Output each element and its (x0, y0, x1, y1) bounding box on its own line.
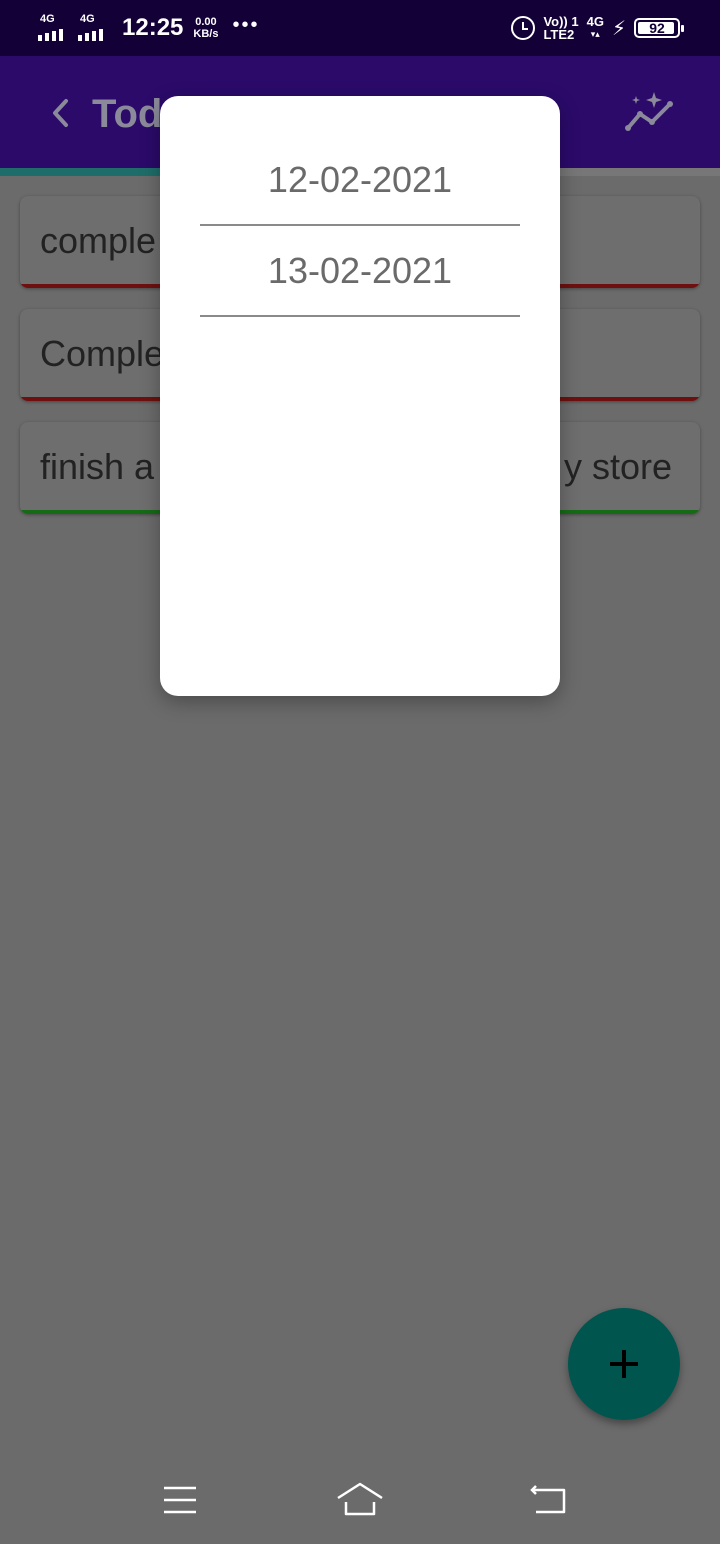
status-bar: 4G 4G 12:25 0.00 KB/s ••• Vo)) 1 LTE2 4G… (0, 0, 720, 56)
speed-unit: KB/s (193, 28, 219, 40)
more-notifications-icon: ••• (232, 13, 260, 36)
network-type-2: 4G (80, 13, 95, 25)
menu-icon[interactable] (156, 1480, 204, 1520)
network-type-1: 4G (40, 13, 55, 25)
speed-value: 0.00 (195, 16, 217, 28)
date-item[interactable]: 12-02-2021 (200, 136, 520, 226)
battery-level: 92 (649, 20, 665, 36)
back-arrow-icon[interactable] (48, 96, 74, 130)
task-title: finish a (40, 446, 155, 487)
network-speed: 0.00 KB/s (193, 16, 218, 40)
data-network-icon: 4G ▾▴ (586, 14, 604, 39)
back-icon[interactable] (526, 1480, 574, 1520)
alarm-icon (511, 16, 536, 40)
add-task-button[interactable] (568, 1308, 680, 1420)
date-list-dialog: 12-02-2021 13-02-2021 (160, 96, 560, 696)
battery-icon: 92 (634, 18, 684, 38)
task-title-tail: y store (563, 446, 672, 487)
volte-indicator: Vo)) 1 LTE2 (543, 15, 578, 41)
task-title: comple (40, 220, 157, 261)
data-network-label: 4G (586, 14, 604, 29)
page-title: Tod (92, 92, 163, 136)
signal-icon-sim2: 4G (78, 13, 110, 43)
task-title: Comple (40, 333, 165, 374)
status-time: 12:25 (122, 14, 184, 41)
volte-bottom: LTE2 (543, 27, 575, 42)
charging-icon: ⚡ (611, 17, 626, 40)
insights-icon[interactable] (622, 90, 676, 134)
signal-icon-sim1: 4G (38, 13, 70, 43)
date-item[interactable]: 13-02-2021 (200, 227, 520, 317)
home-icon[interactable] (334, 1480, 386, 1520)
